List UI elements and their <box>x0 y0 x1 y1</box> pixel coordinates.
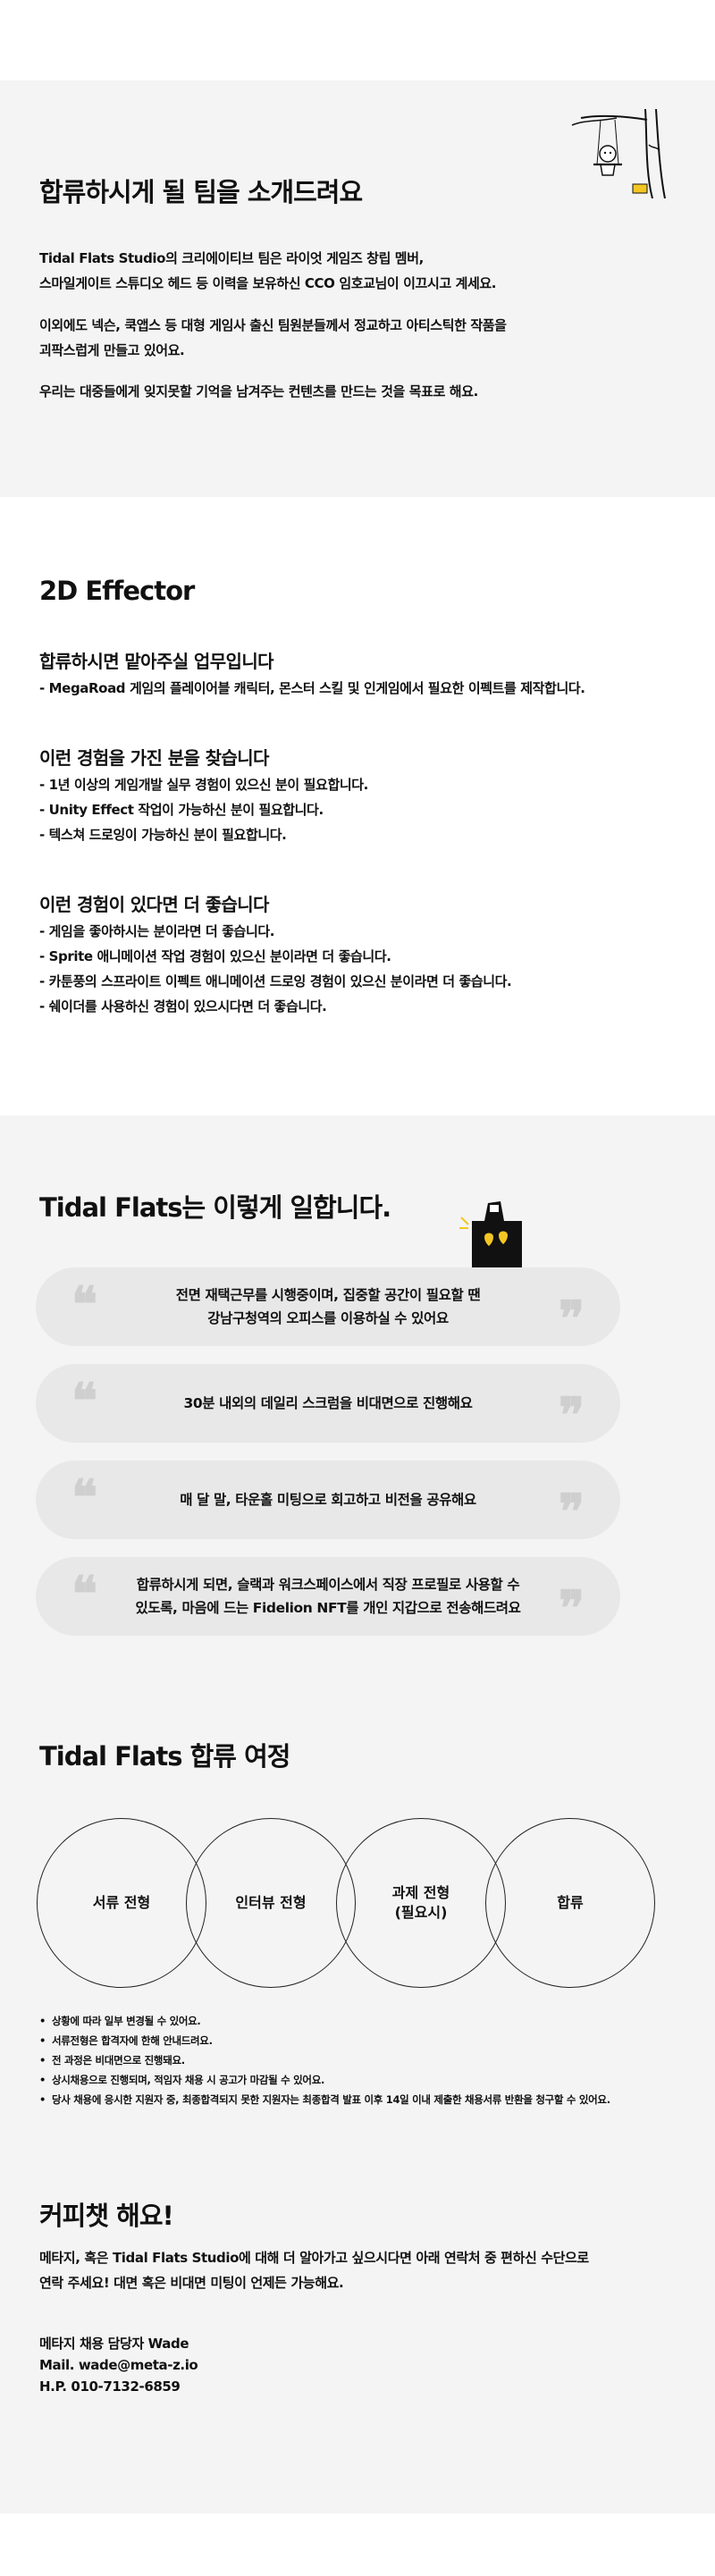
top-spacer <box>0 0 715 80</box>
quote-open-icon: ❝ <box>72 1469 98 1526</box>
role-title: 2D Effector <box>39 576 195 606</box>
team-paragraph-3: 우리는 대중들에게 잊지못할 기억을 남겨주는 컨텐츠를 만드는 것을 목표로 … <box>39 383 478 400</box>
journey-note: 서류전형은 합격자에 한해 안내드려요. <box>39 2031 610 2050</box>
quote-open-icon: ❝ <box>72 1372 98 1429</box>
work-card-text: 30분 내외의 데일리 스크럼을 비대면으로 진행해요 <box>183 1395 473 1411</box>
journey-note: 상시채용으로 진행되며, 적임자 채용 시 공고가 마감될 수 있어요. <box>39 2070 610 2090</box>
journey-step: 서류 전형 <box>37 1818 206 1988</box>
tree-swing-illustration <box>571 109 666 198</box>
preferred-item: - Sprite 애니메이션 작업 경험이 있으신 분이라면 더 좋습니다. <box>39 948 391 964</box>
preferred-heading: 이런 경험이 있다면 더 좋습니다 <box>39 894 269 915</box>
journey-step: 인터뷰 전형 <box>186 1818 356 1988</box>
requirement-item: - 1년 이상의 게임개발 실무 경험이 있으신 분이 필요합니다. <box>39 777 368 793</box>
team-section: 합류하시게 될 팀을 소개드려요 Tidal Flats Studio의 크리에… <box>0 80 715 497</box>
preferred-item: - 카툰풍의 스프라이트 이펙트 애니메이션 드로잉 경험이 있으신 분이라면 … <box>39 973 512 989</box>
quote-close-icon: ❞ <box>558 1290 585 1347</box>
requirements-heading: 이런 경험을 가진 분을 찾습니다 <box>39 747 269 769</box>
work-card-text: 합류하시게 되면, 슬랙과 워크스페이스에서 직장 프로필로 사용할 수 있도록… <box>135 1577 521 1616</box>
bottom-spacer <box>0 2513 715 2576</box>
journey-note: 상황에 따라 일부 변경될 수 있어요. <box>39 2011 610 2031</box>
journey-step: 합류 <box>485 1818 655 1988</box>
requirement-item: - 텍스쳐 드로잉이 가능하신 분이 필요합니다. <box>39 827 287 843</box>
quote-open-icon: ❝ <box>72 1275 98 1333</box>
journey-notes: 상황에 따라 일부 변경될 수 있어요. 서류전형은 합격자에 한해 안내드려요… <box>39 2011 610 2109</box>
preferred-item: - 쉐이더를 사용하신 경험이 있으시다면 더 좋습니다. <box>39 998 327 1014</box>
work-section: Tidal Flats는 이렇게 일합니다. ❝ 전면 재택근무를 시행중이며,… <box>0 1115 715 2513</box>
requirement-item: - Unity Effect 작업이 가능하신 분이 필요합니다. <box>39 802 324 818</box>
contact-name: 메타지 채용 담당자 Wade <box>39 2336 189 2352</box>
work-card: ❝ 합류하시게 되면, 슬랙과 워크스페이스에서 직장 프로필로 사용할 수 있… <box>36 1557 620 1636</box>
quote-close-icon: ❞ <box>558 1386 585 1444</box>
contact-phone[interactable]: H.P. 010-7132-6859 <box>39 2376 181 2397</box>
quote-close-icon: ❞ <box>558 1579 585 1637</box>
journey-title: Tidal Flats 합류 여정 <box>39 1741 290 1772</box>
journey-step: 과제 전형 (필요시) <box>336 1818 506 1988</box>
contact-mail[interactable]: Mail. wade@meta-z.io <box>39 2354 198 2376</box>
character-illustration <box>459 1201 522 1267</box>
preferred-item: - 게임을 좋아하시는 분이라면 더 좋습니다. <box>39 923 275 939</box>
team-paragraph-1: Tidal Flats Studio의 크리에이티브 팀은 라이엇 게임즈 창립… <box>39 250 497 291</box>
work-card-text: 전면 재택근무를 시행중이며, 집중할 공간이 필요할 땐 강남구청역의 오피스… <box>175 1287 481 1326</box>
work-card-text: 매 달 말, 타운홀 미팅으로 회고하고 비전을 공유해요 <box>180 1492 476 1508</box>
team-paragraph-2: 이외에도 넥슨, 쿡앱스 등 대형 게임사 출신 팀원분들께서 정교하고 아티스… <box>39 317 507 358</box>
contact-body: 메타지, 혹은 Tidal Flats Studio에 대해 더 알아가고 싶으… <box>39 2250 589 2291</box>
contact-title: 커피챗 해요! <box>39 2201 174 2231</box>
journey-note: 당사 채용에 응시한 지원자 중, 최종합격되지 못한 지원자는 최종합격 발표… <box>39 2090 610 2109</box>
team-title: 합류하시게 될 팀을 소개드려요 <box>39 177 363 207</box>
work-card: ❝ 매 달 말, 타운홀 미팅으로 회고하고 비전을 공유해요 ❞ <box>36 1461 620 1539</box>
duty-item: - MegaRoad 게임의 플레이어블 캐릭터, 몬스터 스킬 및 인게임에서… <box>39 680 585 696</box>
quote-open-icon: ❝ <box>72 1565 98 1622</box>
role-section: 2D Effector 합류하시면 맡아주실 업무입니다 - MegaRoad … <box>0 497 715 1115</box>
quote-close-icon: ❞ <box>558 1483 585 1540</box>
work-title: Tidal Flats는 이렇게 일합니다. <box>39 1192 391 1223</box>
work-card: ❝ 전면 재택근무를 시행중이며, 집중할 공간이 필요할 땐 강남구청역의 오… <box>36 1267 620 1346</box>
journey-note: 전 과정은 비대면으로 진행돼요. <box>39 2050 610 2070</box>
work-card: ❝ 30분 내외의 데일리 스크럼을 비대면으로 진행해요 ❞ <box>36 1364 620 1443</box>
duties-heading: 합류하시면 맡아주실 업무입니다 <box>39 651 274 672</box>
